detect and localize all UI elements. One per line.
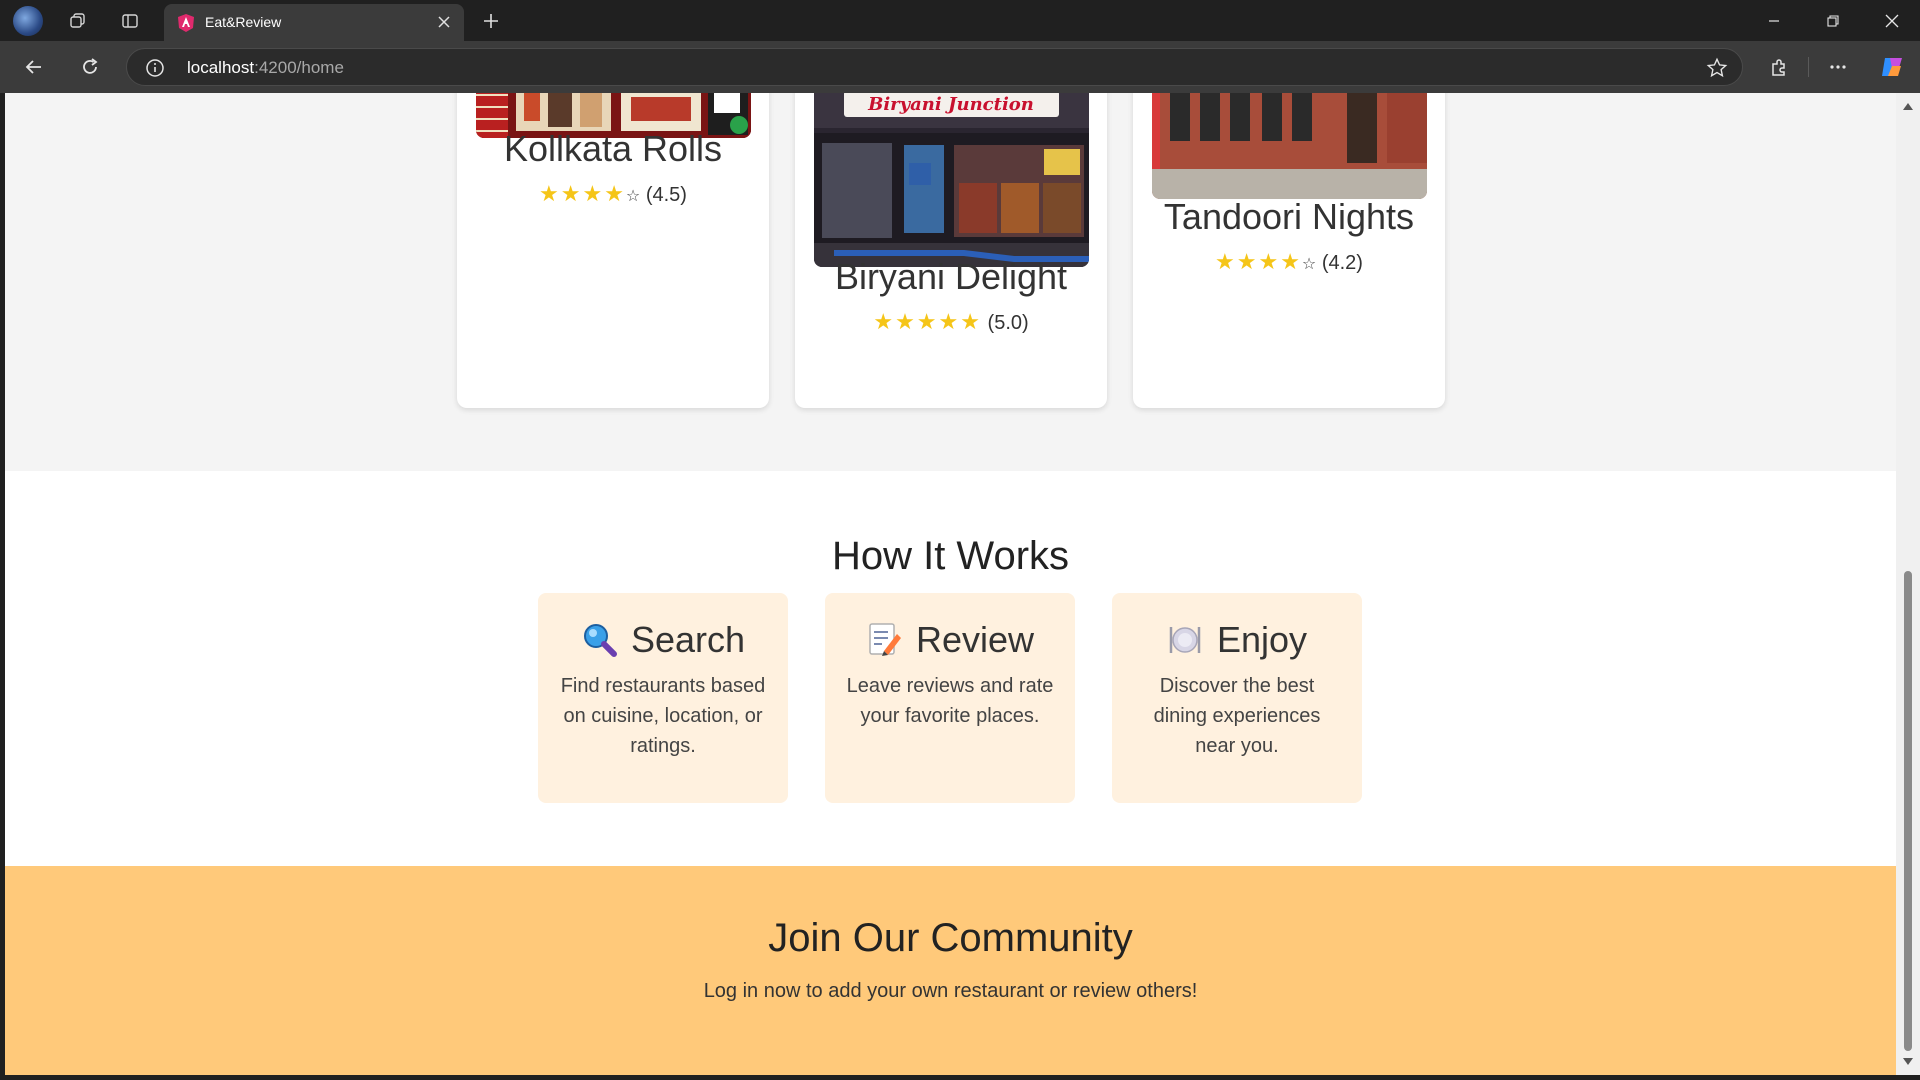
restaurant-photo: Biryani Junction [814, 93, 1089, 267]
memo-icon [869, 623, 901, 656]
rating-empty-star: ☆ [625, 188, 641, 205]
restaurant-card[interactable]: Tandoori Nights ★★★★☆ (4.2) [1133, 93, 1445, 408]
extensions-icon[interactable] [1763, 51, 1795, 83]
favorite-star-icon[interactable] [1706, 57, 1728, 79]
section-title: How It Works [831, 534, 1070, 578]
step-card-review: Review Leave reviews and rate your favor… [825, 593, 1075, 803]
scroll-up-icon[interactable] [1902, 101, 1914, 113]
scroll-thumb[interactable] [1904, 571, 1912, 1051]
more-options-icon[interactable] [1822, 51, 1854, 83]
restaurant-rating: ★★★★☆ (4.2) [1133, 249, 1445, 275]
address-bar[interactable]: localhost:4200/home [126, 48, 1743, 86]
step-title: Review [915, 619, 1035, 660]
restaurant-card[interactable]: Kollkata Rolls ★★★★☆ (4.5) [457, 93, 769, 408]
copilot-icon[interactable] [1876, 51, 1908, 83]
browser-toolbar: localhost:4200/home [0, 41, 1920, 93]
scroll-down-icon[interactable] [1902, 1055, 1914, 1067]
toolbar-divider [1808, 57, 1809, 77]
page-scrollbar[interactable] [1896, 93, 1920, 1075]
step-heading: Review [825, 619, 1075, 661]
rating-value: (4.5) [645, 184, 687, 206]
rating-stars: ★★★★★ [873, 309, 982, 334]
restaurant-photo [1152, 93, 1427, 199]
rating-empty-star: ☆ [1301, 256, 1317, 273]
restaurant-name[interactable]: Tandoori Nights [1133, 196, 1445, 238]
step-heading: Enjoy [1112, 619, 1362, 661]
step-title: Search [630, 619, 746, 660]
back-icon[interactable] [18, 51, 50, 83]
minimize-icon[interactable] [1746, 0, 1802, 41]
new-tab-icon[interactable] [476, 6, 506, 36]
plate-icon [1169, 627, 1201, 653]
rating-stars: ★★★★ [1215, 249, 1302, 274]
restore-icon[interactable] [1805, 0, 1861, 41]
join-community-section: Join Our Community Log in now to add you… [5, 866, 1896, 1075]
restaurant-rating: ★★★★☆ (4.5) [457, 181, 769, 207]
step-heading: Search [538, 619, 788, 661]
restaurant-rating: ★★★★★ (5.0) [795, 309, 1107, 335]
magnifier-icon [583, 624, 617, 657]
restaurant-name[interactable]: Biryani Delight [795, 256, 1107, 298]
profile-avatar[interactable] [13, 6, 43, 36]
step-description: Discover the best dining experiences nea… [1153, 675, 1321, 757]
url-text: localhost:4200/home [187, 58, 344, 77]
how-it-works-section: How It Works Search Find restaurants bas… [5, 471, 1896, 866]
restaurant-sign-text: Biryani Junction [867, 94, 1034, 115]
tab-close-icon[interactable] [432, 10, 456, 34]
angular-favicon-icon [178, 14, 194, 32]
join-text: Log in now to add your own restaurant or… [703, 980, 1198, 1002]
step-title: Enjoy [1216, 619, 1308, 660]
tab-eat-review[interactable]: Eat&Review [164, 4, 464, 41]
step-card-enjoy: Enjoy Discover the best dining experienc… [1112, 593, 1362, 803]
join-title: Join Our Community [768, 916, 1133, 960]
browser-tabstrip: Eat&Review [0, 0, 1920, 41]
page-viewport: Kollkata Rolls ★★★★☆ (4.5) Biryani Junct… [5, 93, 1896, 1075]
refresh-icon[interactable] [74, 51, 106, 83]
tab-actions-icon[interactable] [115, 6, 145, 36]
restaurant-name[interactable]: Kollkata Rolls [457, 128, 769, 170]
step-card-search: Search Find restaurants based on cuisine… [538, 593, 788, 803]
restaurant-card[interactable]: Biryani Junction Biryani Delight ★★★★★ (… [795, 93, 1107, 408]
close-window-icon[interactable] [1864, 0, 1920, 41]
site-info-icon[interactable] [145, 58, 165, 78]
rating-value: (4.2) [1321, 252, 1363, 274]
step-description: Find restaurants based on cuisine, locat… [560, 675, 766, 757]
collections-icon[interactable] [63, 6, 93, 36]
rating-value: (5.0) [987, 312, 1029, 334]
featured-restaurants-section: Kollkata Rolls ★★★★☆ (4.5) Biryani Junct… [5, 93, 1896, 471]
rating-stars: ★★★★ [539, 181, 626, 206]
step-description: Leave reviews and rate your favorite pla… [846, 675, 1054, 727]
tab-title: Eat&Review [205, 14, 282, 30]
